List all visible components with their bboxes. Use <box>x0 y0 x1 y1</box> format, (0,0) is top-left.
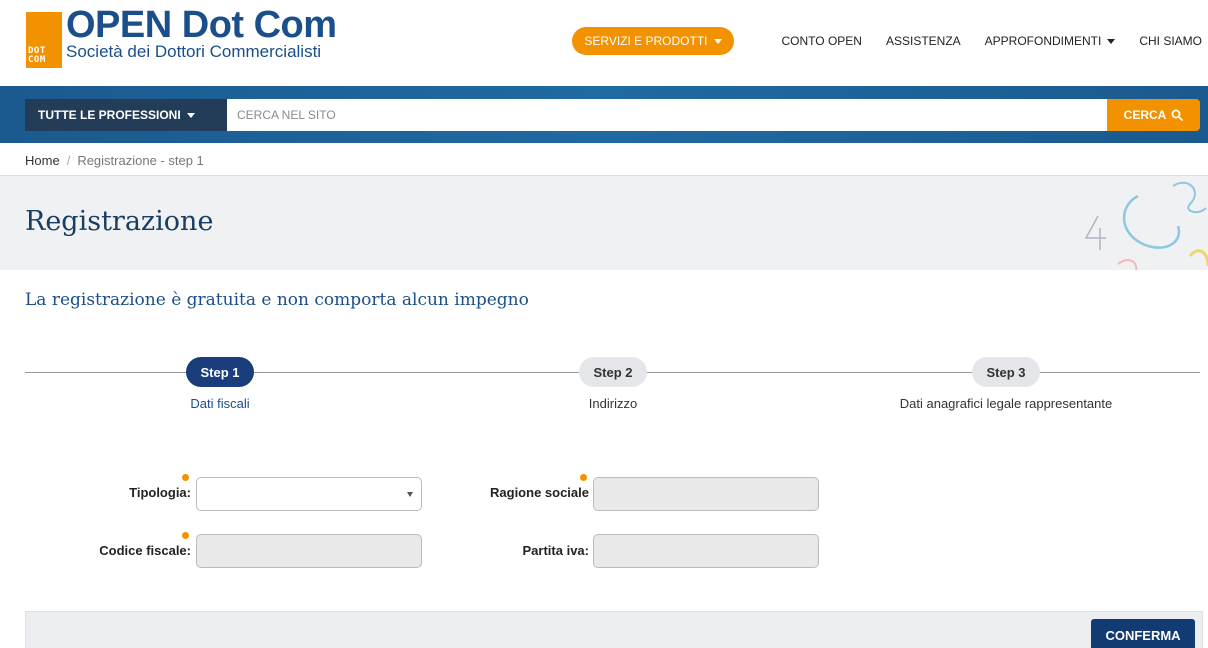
partita-iva-field[interactable] <box>593 534 819 568</box>
breadcrumb-separator: / <box>66 153 71 168</box>
step-2-caption: Indirizzo <box>588 396 638 411</box>
nav-servizi-label: SERVIZI E PRODOTTI <box>584 34 708 48</box>
professions-dropdown-label: TUTTE LE PROFESSIONI <box>38 108 181 122</box>
nav-item-approfondimenti[interactable]: APPROFONDIMENTI <box>985 34 1116 48</box>
page-title: Registrazione <box>25 206 214 237</box>
chevron-down-icon <box>186 112 195 118</box>
nav-item-assistenza[interactable]: ASSISTENZA <box>886 34 961 48</box>
search-bar: TUTTE LE PROFESSIONI CERCA <box>0 86 1208 143</box>
breadcrumb-home-link[interactable]: Home <box>25 153 60 168</box>
search-input[interactable] <box>227 99 1107 131</box>
breadcrumb-current: Registrazione - step 1 <box>77 153 204 168</box>
step-1-badge: Step 1 <box>186 357 254 387</box>
site-header: DOT COM OPEN Dot Com Società dei Dottori… <box>0 0 1208 84</box>
search-button-label: CERCA <box>1123 108 1167 122</box>
step-3-badge: Step 3 <box>972 357 1040 387</box>
search-button[interactable]: CERCA <box>1107 99 1200 131</box>
registration-intro-text: La registrazione è gratuita e non compor… <box>25 290 529 310</box>
nav-item-conto-open[interactable]: CONTO OPEN <box>782 34 862 48</box>
step-3-caption: Dati anagrafici legale rappresentante <box>899 396 1113 411</box>
ragione-sociale-label: Ragione sociale <box>490 485 589 500</box>
logo-mark-line2: COM <box>28 55 46 65</box>
tipologia-select[interactable] <box>196 477 422 511</box>
tipologia-label: Tipologia: <box>129 485 191 500</box>
codice-fiscale-field[interactable] <box>196 534 422 568</box>
required-indicator <box>182 474 189 481</box>
logo-title: OPEN Dot Com <box>66 4 337 46</box>
codice-fiscale-label: Codice fiscale: <box>99 543 191 558</box>
required-indicator <box>580 474 587 481</box>
nav-approfondimenti-label: APPROFONDIMENTI <box>984 34 1102 48</box>
partita-iva-label: Partita iva: <box>522 543 589 558</box>
ragione-sociale-field[interactable] <box>593 477 819 511</box>
required-indicator <box>182 532 189 539</box>
chevron-down-icon <box>407 492 413 497</box>
page-title-banner: Registrazione <box>0 175 1208 270</box>
step-1-caption: Dati fiscali <box>190 396 250 411</box>
logo-subtitle: Società dei Dottori Commercialisti <box>66 42 322 61</box>
chevron-down-icon <box>1107 38 1116 44</box>
nav-item-chi-siamo[interactable]: CHI SIAMO <box>1139 34 1202 48</box>
breadcrumb: Home / Registrazione - step 1 <box>25 153 204 168</box>
step-2-badge: Step 2 <box>579 357 647 387</box>
logo-mark-icon: DOT COM <box>26 12 62 68</box>
professions-dropdown[interactable]: TUTTE LE PROFESSIONI <box>25 99 227 131</box>
chevron-down-icon <box>713 38 722 44</box>
decorative-formula-graphic <box>1084 181 1208 270</box>
main-nav: SERVIZI E PRODOTTI CONTO OPEN ASSISTENZA… <box>572 27 1202 55</box>
search-icon <box>1171 109 1184 121</box>
nav-servizi-prodotti-button[interactable]: SERVIZI E PRODOTTI <box>572 27 734 55</box>
site-logo[interactable]: DOT COM OPEN Dot Com Società dei Dottori… <box>26 6 337 68</box>
confirm-button[interactable]: CONFERMA <box>1091 619 1195 648</box>
form-actions-bar: CONFERMA <box>25 611 1203 648</box>
